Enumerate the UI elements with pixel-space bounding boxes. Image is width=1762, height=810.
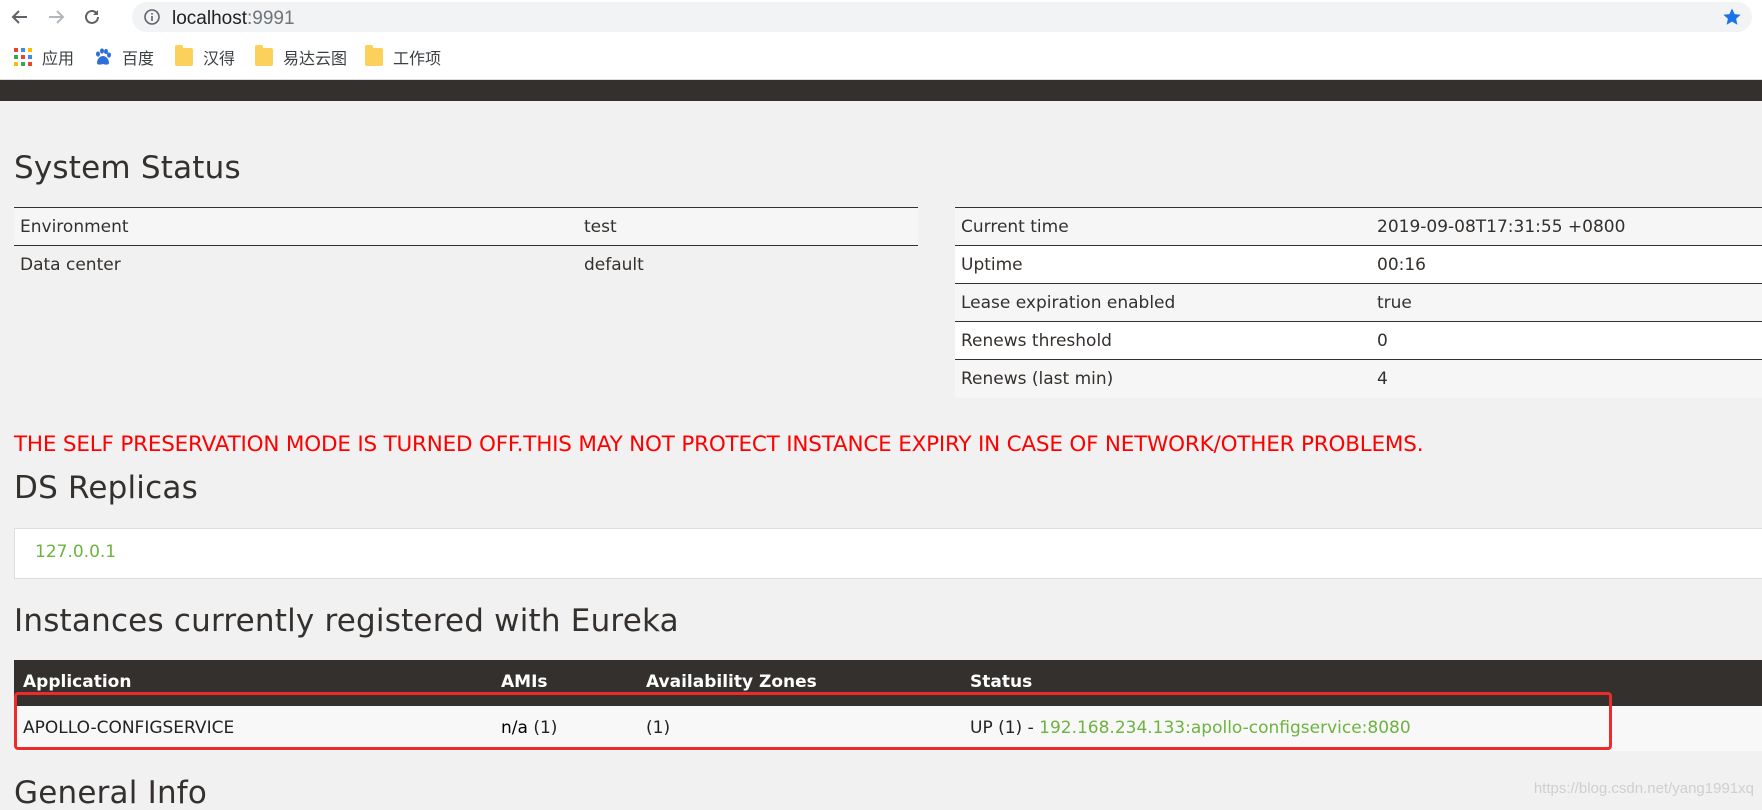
baidu-paw-icon <box>94 48 112 66</box>
column-header-application: Application <box>23 672 132 692</box>
status-key: Lease expiration enabled <box>961 292 1176 313</box>
bookmark-label: 工作项 <box>393 51 442 68</box>
folder-icon <box>175 45 193 66</box>
status-value: 00:16 <box>1377 254 1426 275</box>
table-row: Environment test <box>14 207 918 246</box>
table-row: Renews threshold 0 <box>955 321 1762 360</box>
url-host: localhost <box>172 8 247 29</box>
bookmark-folder-gongzuoxiang[interactable]: 工作项 <box>365 45 442 68</box>
watermark: https://blog.csdn.net/yang1991xq <box>1533 780 1754 797</box>
status-value: 2019-09-08T17:31:55 +0800 <box>1377 216 1626 237</box>
bookmarks-bar: 应用 百度 汉得 易达云图 工作项 <box>0 34 1762 80</box>
forward-icon[interactable] <box>44 5 68 29</box>
url-port: :9991 <box>247 8 295 29</box>
status-key: Data center <box>20 254 121 275</box>
status-key: Current time <box>961 216 1069 237</box>
bookmark-label: 应用 <box>42 51 75 68</box>
reload-icon[interactable] <box>80 5 104 29</box>
system-status-left-table: Environment test Data center default <box>14 207 918 284</box>
bookmark-folder-hande[interactable]: 汉得 <box>175 45 236 68</box>
status-value: test <box>584 216 617 237</box>
system-status-title: System Status <box>14 150 241 186</box>
address-bar[interactable]: localhost:9991 <box>132 2 1752 32</box>
status-value: true <box>1377 292 1412 313</box>
status-key: Renews (last min) <box>961 368 1114 389</box>
column-header-status: Status <box>970 672 1033 692</box>
status-value: default <box>584 254 644 275</box>
table-row: Lease expiration enabled true <box>955 283 1762 322</box>
bookmark-apps[interactable]: 应用 <box>14 46 74 68</box>
browser-toolbar: localhost:9991 <box>0 0 1762 34</box>
ds-replicas-list: 127.0.0.1 <box>14 528 1762 579</box>
instances-title: Instances currently registered with Eure… <box>14 603 679 639</box>
page-header-bar <box>0 80 1762 101</box>
bookmark-star-icon[interactable] <box>1722 7 1742 27</box>
folder-icon <box>365 45 383 66</box>
table-row: Uptime 00:16 <box>955 245 1762 284</box>
back-icon[interactable] <box>8 5 32 29</box>
status-key: Environment <box>20 216 129 237</box>
bookmark-folder-yidayuntu[interactable]: 易达云图 <box>255 45 348 68</box>
table-row: Data center default <box>14 245 918 284</box>
url-text[interactable]: localhost:9991 <box>172 8 295 30</box>
general-info-title: General Info <box>14 775 208 810</box>
ds-replicas-title: DS Replicas <box>14 470 198 506</box>
table-row: Renews (last min) 4 <box>955 359 1762 398</box>
folder-icon <box>255 45 273 66</box>
self-preservation-warning: THE SELF PRESERVATION MODE IS TURNED OFF… <box>14 432 1424 457</box>
column-header-availability-zones: Availability Zones <box>646 672 817 692</box>
bookmark-baidu[interactable]: 百度 <box>94 46 154 68</box>
status-key: Uptime <box>961 254 1023 275</box>
bookmark-label: 百度 <box>122 51 155 68</box>
replica-link[interactable]: 127.0.0.1 <box>35 542 116 562</box>
apps-grid-icon <box>14 48 32 66</box>
system-status-right-table: Current time 2019-09-08T17:31:55 +0800 U… <box>955 207 1762 398</box>
status-value: 4 <box>1377 368 1388 389</box>
bookmark-label: 易达云图 <box>283 51 348 68</box>
status-key: Renews threshold <box>961 330 1112 351</box>
table-row: Current time 2019-09-08T17:31:55 +0800 <box>955 207 1762 246</box>
column-header-amis: AMIs <box>501 672 548 692</box>
bookmark-label: 汉得 <box>203 51 236 68</box>
highlight-box <box>14 692 1612 750</box>
status-value: 0 <box>1377 330 1388 351</box>
info-icon[interactable] <box>144 9 160 25</box>
